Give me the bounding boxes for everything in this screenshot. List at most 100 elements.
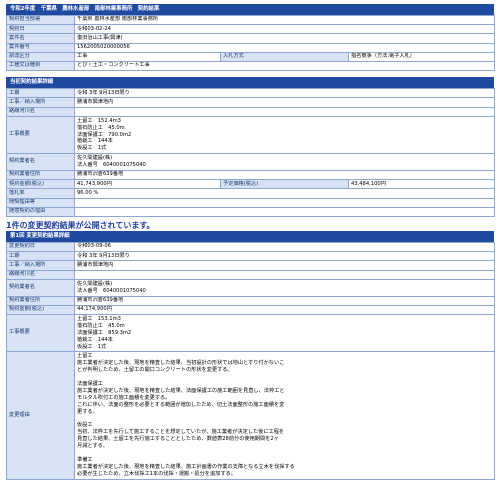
table-row: 契約業者住所 勝浦市沢倉639番地 — [6, 170, 495, 181]
row-label: 変更理由 — [6, 351, 75, 480]
summary-line: 法面保護工 790.0m2 — [77, 131, 132, 138]
contractor-name: 佐久間建設(株) — [77, 280, 113, 287]
contract-amount: 41,743,900円 — [74, 179, 221, 190]
contractor-info: 佐久間建設(株) 法人番号 6040001075040 — [77, 155, 492, 170]
summary-line: 土留工 153.1m3 — [77, 315, 121, 322]
reason-line: 法面保護工 — [77, 381, 103, 388]
summary-line: 法面保護工 859.3m2 — [77, 329, 132, 336]
row-value — [74, 206, 495, 217]
table-row: 工種又は種目 とび・土工・コンクリート工事 — [6, 60, 495, 72]
change-notice: 1件の変更契約結果が公開されています。 — [6, 220, 155, 230]
reason-line: モルタル吹付工の施工面積を変更する。 — [77, 394, 171, 401]
table-row: 随意契約の理由 — [6, 206, 495, 217]
reason-line — [77, 416, 492, 423]
section-title: 当初契約結果詳細 — [6, 77, 494, 89]
reason-line — [77, 374, 492, 381]
work-summary: 土留工 153.1m3 落石防止工 45.0m 法面保護工 859.3m2 植栽… — [77, 315, 492, 351]
row-label: 契約業者名 — [6, 153, 75, 172]
row-label: 工期 — [6, 88, 75, 99]
contractor-info: 佐久間建設(株) 法人番号 6040001075040 — [77, 280, 492, 295]
row-value: 1562005020000056 — [74, 42, 495, 53]
summary-line: 落石防止工 45.0m — [77, 124, 125, 131]
row-label: 工事概要 — [6, 313, 75, 353]
row-label: 調達区分 — [6, 51, 75, 62]
summary-line: 仮設工 1式 — [77, 343, 107, 350]
row-value: とび・土工・コンクリート工事 — [74, 60, 495, 72]
table-row: 案件名 復旧治山工事(興津) — [6, 33, 495, 44]
bid-ratio: 96.00 % — [74, 188, 495, 199]
row-label: 随意契約の理由 — [6, 206, 75, 217]
reason-line: 月減とする。 — [77, 443, 108, 450]
row-value: 勝浦市興津地内 — [74, 260, 495, 271]
summary-line: 落石防止工 45.0m — [77, 322, 125, 329]
current-details-table: 工期 令和 3年 9月13日限り 工事／納入場所 勝浦市興津地内 路線河川名 工… — [6, 88, 495, 217]
summary-line: 植栽工 144本 — [77, 138, 113, 145]
table-row: 契約業者住所 勝浦市沢倉639番地 — [6, 295, 495, 306]
work-summary: 土留工 152.4m3 落石防止工 45.0m 法面保護工 790.0m2 植栽… — [77, 117, 492, 153]
row-label: 工期 — [6, 251, 75, 262]
table-row: 工事／納入場所 勝浦市興津地内 — [6, 97, 495, 108]
row-label: 契約業者住所 — [6, 295, 75, 306]
table-row: 変更理由 土留工 施工業者が決定した後、現地を精査した結果、当初設計の形状では地山… — [6, 351, 495, 480]
row-value: 指名競争（方法:電子入札） — [348, 51, 495, 62]
table-row: 契約担当部署 千葉県 農林水産部 南部林業事務所 — [6, 14, 495, 26]
row-label: 随契理由等 — [6, 197, 75, 208]
row-label: 工種又は種目 — [6, 60, 75, 72]
row-value: 令和03-09-06 — [74, 241, 495, 253]
reason-line: 施工業者が決定した後、現地を精査した結果、施工計画書の作業の支障となる立木を伐採… — [77, 463, 295, 470]
row-value: 復旧治山工事(興津) — [74, 33, 495, 44]
reason-line: これに伴い、法面の整形を必要とする範囲が増加したため、切土法面整形の施工面積を変 — [77, 401, 285, 408]
change-details-table: 変更契約日 令和03-09-06 工期 令和 3年 9月13日限り 工事／納入場… — [6, 241, 495, 480]
reason-line: 見直した結果、土留工を先行施工することとしたため、数値表28前分の使用期間を2ヶ — [77, 436, 279, 443]
row-label: 工事／納入場所 — [6, 97, 75, 108]
row-label: 案件番号 — [6, 42, 75, 53]
summary-line: 植栽工 144本 — [77, 336, 113, 343]
row-label: 工事概要 — [6, 115, 75, 155]
reason-line: 施工業者が決定した後、現地を精査した結果、法面保護工の施工範囲を見直し、法枠工と — [77, 387, 285, 394]
corporate-number: 法人番号 6040001075040 — [77, 162, 146, 169]
table-row: 契約業者名 佐久間建設(株) 法人番号 6040001075040 — [6, 153, 495, 172]
contract-amount: 44,174,900円 — [74, 304, 495, 315]
row-label: 案件名 — [6, 33, 75, 44]
reason-line: 更する。 — [77, 408, 98, 415]
table-row: 路線河川名 — [6, 106, 495, 117]
row-label: 路線河川名 — [6, 106, 75, 117]
summary-line: 仮設工 1式 — [77, 145, 107, 152]
table-row: 調達区分 工事 入札方式 指名競争（方法:電子入札） — [6, 51, 495, 62]
table-row: 契約日 令和03-02-24 — [6, 24, 495, 35]
row-label: 契約業者住所 — [6, 170, 75, 181]
table-row: 案件番号 1562005020000056 — [6, 42, 495, 53]
page-title: 令和2年度 千葉県 農林水産部 南部林業事務所 契約結果 — [6, 4, 494, 15]
row-value: 勝浦市興津地内 — [74, 97, 495, 108]
contract-summary-table: 契約担当部署 千葉県 農林水産部 南部林業事務所 契約日 令和03-02-24 … — [6, 14, 495, 72]
table-row: 工期 令和 3年 9月13日限り — [6, 251, 495, 262]
row-value — [74, 269, 495, 280]
reason-line — [77, 450, 492, 457]
reason-line: 準備工 — [77, 456, 93, 463]
row-label: 契約金額(税込) — [6, 304, 75, 315]
table-row: 工事／納入場所 勝浦市興津地内 — [6, 260, 495, 271]
row-value: 工事 — [74, 51, 221, 62]
row-value: 勝浦市沢倉639番地 — [74, 295, 495, 306]
table-row: 工事概要 土留工 153.1m3 落石防止工 45.0m 法面保護工 859.3… — [6, 313, 495, 353]
table-row: 契約金額(税込) 44,174,900円 — [6, 304, 495, 315]
table-row: 変更契約日 令和03-09-06 — [6, 241, 495, 253]
row-value: 令和03-02-24 — [74, 24, 495, 35]
table-row: 契約金額(税込) 41,743,900円 予定価格(税込) 43,484,100… — [6, 179, 495, 190]
reason-line: とが判明したため、土留工の開口コンクリートの形状を変更する。 — [77, 367, 233, 374]
row-label: 工事／納入場所 — [6, 260, 75, 271]
table-row: 落札率 96.00 % — [6, 188, 495, 199]
row-value: 令和 3年 9月13日限り — [74, 88, 495, 99]
section-title: 第1回 変更契約結果詳細 — [6, 230, 494, 242]
change-reason: 土留工 施工業者が決定した後、現地を精査した結果、当初設計の形状では地山とすり付か… — [77, 353, 492, 478]
corporate-number: 法人番号 6040001075040 — [77, 287, 146, 294]
row-label: 予定価格(税込) — [220, 179, 349, 190]
contract-result-page: 令和2年度 千葉県 農林水産部 南部林業事務所 契約結果 契約担当部署 千葉県 … — [6, 4, 495, 480]
table-row: 路線河川名 — [6, 269, 495, 280]
row-value — [74, 106, 495, 117]
row-label: 契約日 — [6, 24, 75, 35]
row-value: 千葉県 農林水産部 南部林業事務所 — [74, 14, 495, 26]
row-value — [74, 197, 495, 208]
table-row: 工事概要 土留工 152.4m3 落石防止工 45.0m 法面保護工 790.0… — [6, 115, 495, 155]
table-row: 工期 令和 3年 9月13日限り — [6, 88, 495, 99]
